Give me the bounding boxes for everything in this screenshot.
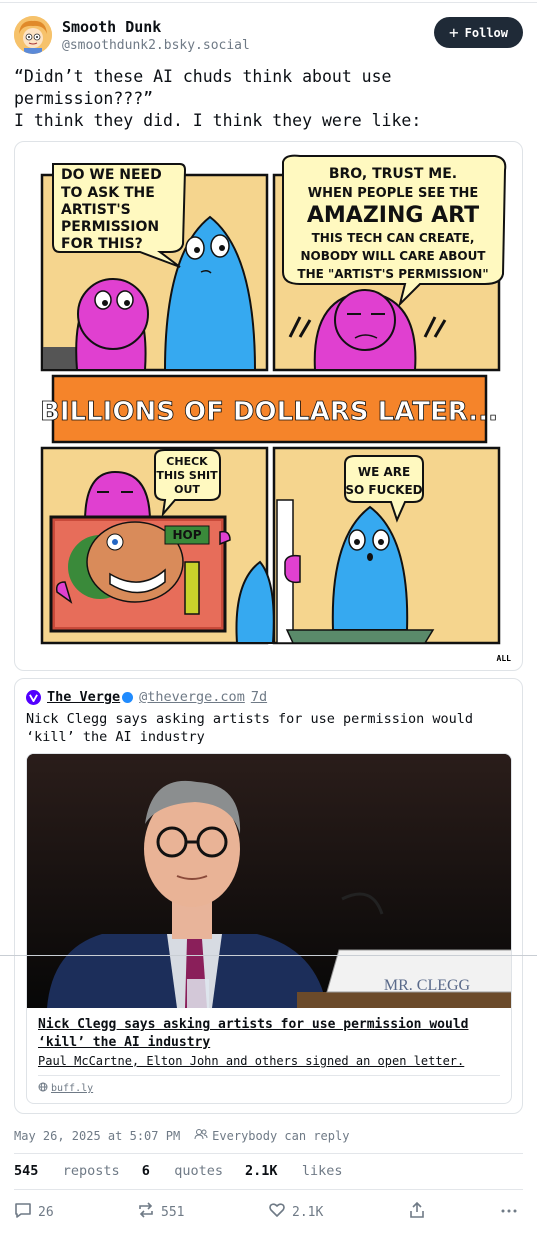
reposts-stat[interactable]: 545 reposts	[14, 1163, 120, 1179]
overlay-divider	[0, 955, 537, 956]
post-meta: May 26, 2025 at 5:07 PM Everybody can re…	[14, 1128, 349, 1143]
stats-bottom-divider	[14, 1189, 523, 1190]
quote-source-handle[interactable]: @theverge.com	[139, 689, 245, 705]
p2-line-3: THIS TECH CAN CREATE,	[312, 231, 475, 245]
repost-icon	[137, 1201, 155, 1223]
p2-line-1: WHEN PEOPLE SEE THE	[308, 186, 478, 201]
like-count: 2.1K	[292, 1204, 324, 1220]
p1-line-4: FOR THIS?	[61, 236, 143, 252]
link-card[interactable]: MR. CLEGG Nick Clegg says asking artists…	[26, 753, 512, 1104]
share-icon	[408, 1201, 426, 1223]
stats-top-divider	[14, 1153, 523, 1154]
reply-setting: Everybody can reply	[194, 1128, 349, 1143]
post-actions: 26 551 2.1K	[14, 1201, 523, 1223]
p2-line-2: AMAZING ART	[307, 203, 479, 228]
quoted-post[interactable]: The Verge @theverge.com 7d Nick Clegg sa…	[14, 678, 523, 1114]
post-header: Smooth Dunk @smoothdunk2.bsky.social + F…	[14, 15, 523, 55]
verified-check-icon	[122, 691, 134, 703]
likes-stat[interactable]: 2.1K likes	[245, 1163, 343, 1179]
p4-line-1: SO FUCKED	[345, 483, 422, 497]
link-card-divider	[38, 1075, 500, 1076]
p1-line-2: ARTIST'S	[61, 202, 131, 218]
author-name[interactable]: Smooth Dunk	[62, 18, 161, 36]
plus-icon: +	[449, 22, 459, 42]
p3-line-0: CHECK	[166, 455, 208, 468]
p3-line-2: OUT	[174, 483, 200, 496]
globe-icon	[38, 1082, 48, 1095]
quote-text: Nick Clegg says asking artists for use p…	[26, 711, 474, 745]
p2-line-4: NOBODY WILL CARE ABOUT	[301, 249, 487, 263]
comic-panel-3	[40, 446, 269, 645]
link-card-description: Paul McCartne, Elton John and others sig…	[38, 1054, 465, 1068]
post-timestamp[interactable]: May 26, 2025 at 5:07 PM	[14, 1129, 180, 1143]
p1-line-1: TO ASK THE	[61, 185, 155, 201]
heart-icon	[268, 1201, 286, 1223]
p4-line-0: WE ARE	[358, 465, 410, 479]
quotes-stat[interactable]: 6 quotes	[142, 1163, 223, 1179]
likes-count: 2.1K	[245, 1163, 278, 1179]
placard-text: MR. CLEGG	[384, 977, 471, 994]
link-card-image: MR. CLEGG	[27, 754, 511, 1008]
post-text: “Didn’t these AI chuds think about use p…	[14, 67, 422, 130]
alt-badge[interactable]: ALL	[493, 653, 514, 664]
p2-line-5: THE "ARTIST'S PERMISSION"	[297, 267, 488, 281]
like-button[interactable]: 2.1K	[268, 1201, 323, 1223]
verge-logo-icon	[26, 689, 41, 705]
link-card-domain-text: buff.ly	[51, 1083, 94, 1094]
link-card-domain[interactable]: buff.ly	[38, 1082, 93, 1095]
reply-setting-text: Everybody can reply	[212, 1128, 350, 1143]
share-button[interactable]	[408, 1201, 426, 1223]
repost-button[interactable]: 551	[137, 1201, 184, 1223]
quotes-label: quotes	[174, 1163, 223, 1179]
p2-line-0: BRO, TRUST ME.	[329, 166, 457, 182]
repost-count: 551	[161, 1204, 185, 1220]
comic-image[interactable]: DO WE NEED TO ASK THE ARTIST'S PERMISSIO…	[14, 141, 523, 671]
follow-label: Follow	[464, 25, 508, 40]
reply-count: 26	[38, 1204, 54, 1220]
quote-header: The Verge @theverge.com 7d	[26, 689, 267, 705]
p1-line-3: PERMISSION	[61, 219, 159, 235]
quote-age[interactable]: 7d	[251, 689, 267, 705]
top-divider	[0, 0, 537, 3]
post-stats: 545 reposts 6 quotes 2.1K likes	[14, 1163, 343, 1179]
avatar[interactable]	[14, 16, 52, 54]
quote-source-name[interactable]: The Verge	[47, 689, 120, 705]
p3-art-text: HOP	[172, 528, 201, 542]
p1-line-0: DO WE NEED	[61, 167, 162, 183]
likes-label: likes	[301, 1163, 343, 1179]
reply-button[interactable]: 26	[14, 1201, 54, 1223]
comic-banner-text: BILLIONS OF DOLLARS LATER...	[40, 397, 498, 427]
more-options-button[interactable]	[500, 1201, 518, 1223]
reply-icon	[14, 1201, 32, 1223]
p3-line-1: THIS SHIT	[156, 469, 218, 482]
follow-button[interactable]: + Follow	[434, 17, 523, 48]
link-card-title[interactable]: Nick Clegg says asking artists for use p…	[38, 1016, 504, 1052]
ellipsis-icon	[500, 1201, 518, 1223]
people-icon	[194, 1128, 208, 1143]
reposts-label: reposts	[62, 1163, 120, 1179]
author-handle[interactable]: @smoothdunk2.bsky.social	[62, 38, 250, 53]
reposts-count: 545	[14, 1163, 39, 1179]
quotes-count: 6	[141, 1163, 150, 1179]
